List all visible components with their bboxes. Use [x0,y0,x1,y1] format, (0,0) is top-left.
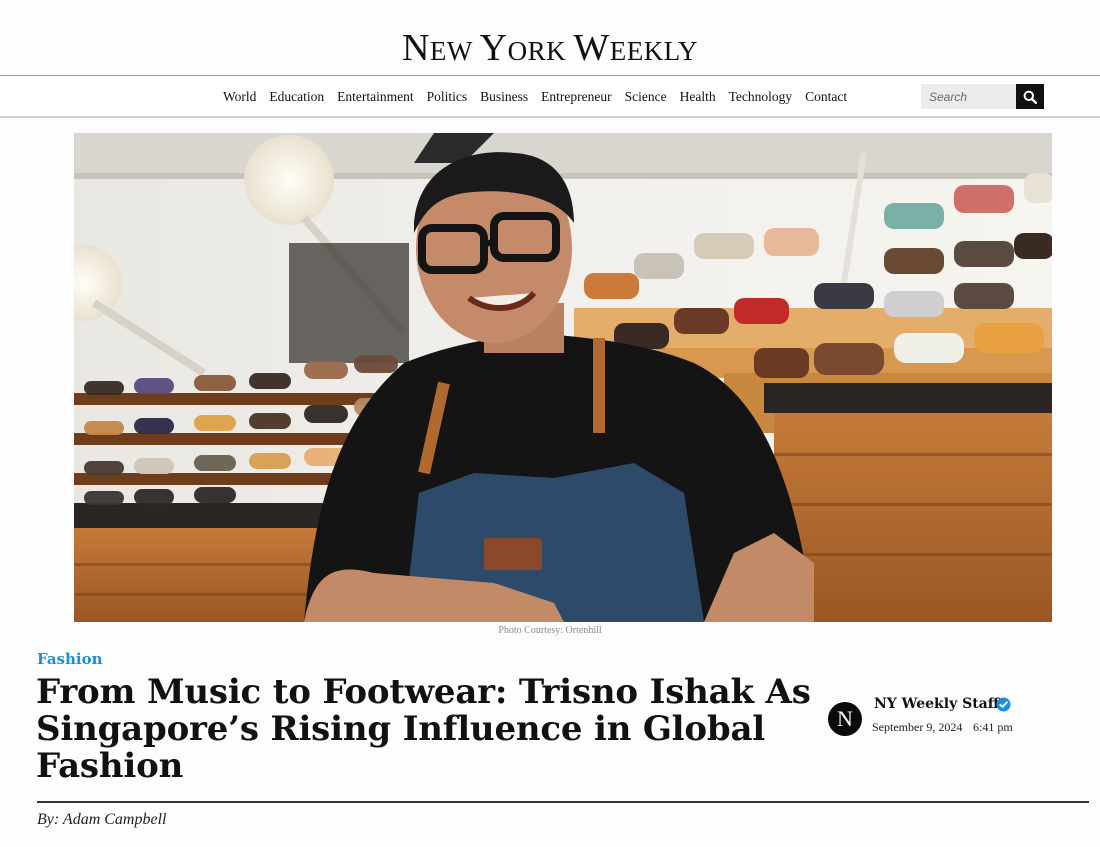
hero-image [74,133,1052,622]
masthead: NEW YORK WEEKLY [0,0,1100,76]
nav-links: World Education Entertainment Politics B… [223,89,860,105]
nav-item-technology[interactable]: Technology [729,89,793,105]
search-input[interactable] [921,84,1016,109]
publish-date: September 9, 2024 [872,720,963,734]
search-button[interactable] [1016,84,1044,109]
verified-badge-icon [996,697,1011,712]
author-name-link[interactable]: NY Weekly Staff [874,696,999,712]
byline: By: Adam Campbell [37,811,167,828]
nav-item-entertainment[interactable]: Entertainment [337,89,413,105]
hero-photo [74,133,1052,622]
nav-item-business[interactable]: Business [480,89,528,105]
article-headline: From Music to Footwear: Trisno Ishak As … [36,672,811,786]
search-box [921,84,1044,109]
nav-item-politics[interactable]: Politics [427,89,468,105]
author-box: N NY Weekly Staff September 9, 2024 6:41… [828,696,1068,746]
nav-item-world[interactable]: World [223,89,256,105]
site-logo[interactable]: NEW YORK WEEKLY [0,26,1100,73]
main-navigation: World Education Entertainment Politics B… [0,75,1100,118]
author-avatar[interactable]: N [828,702,862,736]
nav-item-entrepreneur[interactable]: Entrepreneur [541,89,611,105]
nav-item-education[interactable]: Education [269,89,324,105]
photo-caption: Photo Courtesy: Ortenhill [498,625,602,636]
nav-item-health[interactable]: Health [680,89,716,105]
divider [37,801,1089,803]
nav-item-contact[interactable]: Contact [805,89,847,105]
search-icon [1023,90,1037,104]
publish-time: 6:41 pm [973,720,1013,734]
nav-item-science[interactable]: Science [625,89,667,105]
category-link[interactable]: Fashion [37,650,103,668]
